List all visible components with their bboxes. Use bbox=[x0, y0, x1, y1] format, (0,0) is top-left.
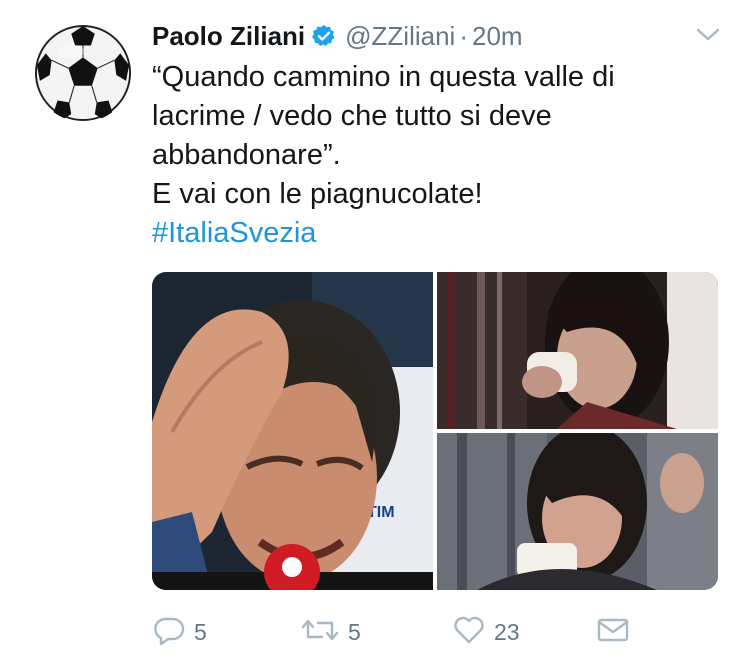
direct-message-button[interactable] bbox=[596, 612, 630, 652]
avatar[interactable] bbox=[34, 24, 132, 122]
tweet-text-line: “Quando cammino in questa valle di bbox=[152, 61, 615, 93]
hashtag-link[interactable]: #ItaliaSvezia bbox=[152, 214, 712, 253]
reply-button[interactable]: 5 bbox=[152, 612, 207, 652]
retweet-icon bbox=[300, 615, 340, 650]
timestamp[interactable]: 20m bbox=[472, 21, 523, 52]
tweet[interactable]: Paolo Ziliani @ZZiliani · 20m “Quando ca… bbox=[0, 0, 750, 658]
retweet-count: 5 bbox=[348, 618, 361, 645]
media-photo-bottom-right[interactable] bbox=[437, 433, 718, 590]
media-grid: TIM bbox=[152, 272, 718, 590]
tweet-text-line: lacrime / vedo che tutto si deve bbox=[152, 100, 552, 132]
reply-count: 5 bbox=[194, 618, 207, 645]
author-handle[interactable]: @ZZiliani bbox=[345, 21, 455, 52]
chevron-down-icon[interactable] bbox=[695, 26, 721, 44]
verified-badge-icon bbox=[312, 24, 336, 48]
like-count: 23 bbox=[494, 618, 520, 645]
tweet-actions: 5 5 23 bbox=[152, 612, 642, 652]
soccer-ball-icon bbox=[34, 24, 132, 122]
author-name[interactable]: Paolo Ziliani bbox=[152, 21, 305, 52]
envelope-icon bbox=[596, 615, 630, 650]
heart-icon bbox=[452, 615, 486, 650]
tweet-header: Paolo Ziliani @ZZiliani · 20m bbox=[152, 18, 523, 54]
media-photo-left[interactable]: TIM bbox=[152, 272, 433, 590]
tweet-text-line: E vai con le piagnucolate! bbox=[152, 178, 483, 210]
retweet-button[interactable]: 5 bbox=[300, 612, 361, 652]
reply-icon bbox=[152, 615, 186, 650]
media-photo-top-right[interactable] bbox=[437, 272, 718, 429]
tweet-text: “Quando cammino in questa valle di lacri… bbox=[152, 58, 712, 253]
like-button[interactable]: 23 bbox=[452, 612, 520, 652]
tweet-text-line: abbandonare”. bbox=[152, 139, 341, 171]
separator-dot: · bbox=[459, 20, 468, 51]
